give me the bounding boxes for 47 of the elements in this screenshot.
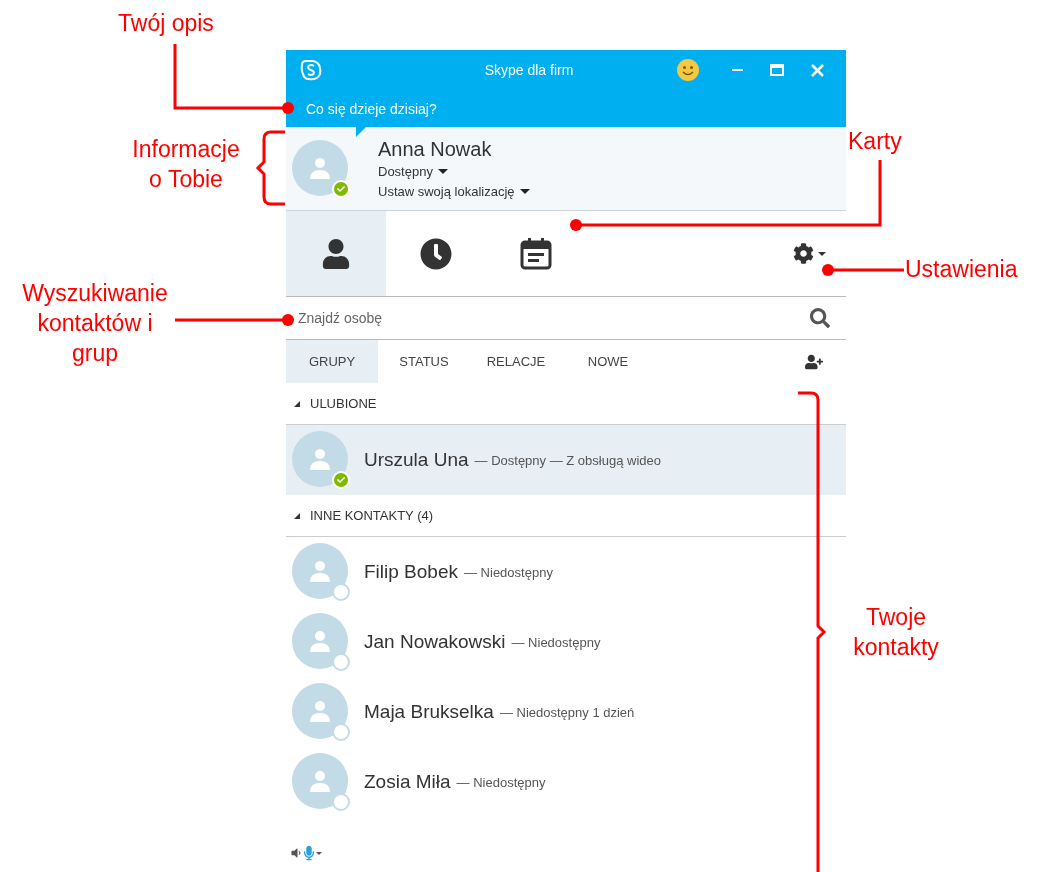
- avatar-icon: [292, 431, 348, 487]
- contact-name: Urszula Una: [364, 447, 469, 472]
- location-dropdown[interactable]: Ustaw swoją lokalizację: [378, 181, 530, 202]
- contact-name: Filip Bobek: [364, 559, 458, 584]
- offline-status-icon: [332, 583, 350, 601]
- contact-name: Jan Nowakowski: [364, 629, 506, 654]
- skype-logo-icon: [300, 59, 322, 81]
- person-icon: [321, 238, 351, 269]
- microphone-icon: [304, 845, 314, 861]
- search-icon[interactable]: [810, 308, 830, 328]
- smiley-icon[interactable]: [676, 58, 700, 82]
- avatar-icon: [292, 543, 348, 599]
- callout-label: Ustawienia: [905, 255, 1018, 284]
- user-name: Anna Nowak: [378, 136, 493, 162]
- contact-status: — Niedostępny: [511, 634, 601, 653]
- avatar-icon: [292, 613, 348, 669]
- filter-tab[interactable]: GRUPY: [286, 340, 378, 383]
- contact-status: — Niedostępny 1 dzień: [499, 704, 635, 723]
- presence-dropdown[interactable]: Dostępny: [378, 161, 530, 182]
- avatar-icon: [292, 683, 348, 739]
- contact-status: — Niedostępny: [456, 774, 546, 793]
- contact-status: — Dostępny — Z obsługą wideo: [474, 452, 661, 471]
- speaker-icon: [290, 847, 302, 859]
- note-field[interactable]: Co się dzieje dzisiaj?: [286, 90, 846, 127]
- calendar-icon: [519, 236, 553, 271]
- callout-notch: [356, 127, 366, 137]
- callout-label: Twój opis: [118, 9, 214, 38]
- offline-status-icon: [332, 723, 350, 741]
- callout-label: Informacje o Tobie: [131, 135, 241, 194]
- contact-row[interactable]: Urszula Una — Dostępny — Z obsługą wideo: [286, 425, 846, 495]
- contact-name: Zosia Miła: [364, 769, 451, 794]
- clock-icon: [420, 237, 452, 270]
- callout-label: Karty: [848, 127, 902, 156]
- offline-status-icon: [332, 793, 350, 811]
- offline-status-icon: [332, 653, 350, 671]
- contact-name: Maja Brukselka: [364, 699, 494, 724]
- callout-label: Twoje kontakty: [852, 603, 940, 662]
- gear-icon: [792, 243, 814, 264]
- available-status-icon: [332, 471, 350, 489]
- avatar-icon: [292, 753, 348, 809]
- window-title: Skype dla firm: [483, 60, 575, 80]
- add-person-icon: [805, 353, 823, 370]
- contact-status: — Niedostępny: [464, 564, 553, 583]
- search-field[interactable]: Znajdź osobę: [298, 307, 810, 329]
- main-tab[interactable]: [286, 211, 386, 296]
- callout-label: Wyszukiwanie kontaktów i grup: [21, 279, 169, 368]
- close-icon: [810, 63, 824, 77]
